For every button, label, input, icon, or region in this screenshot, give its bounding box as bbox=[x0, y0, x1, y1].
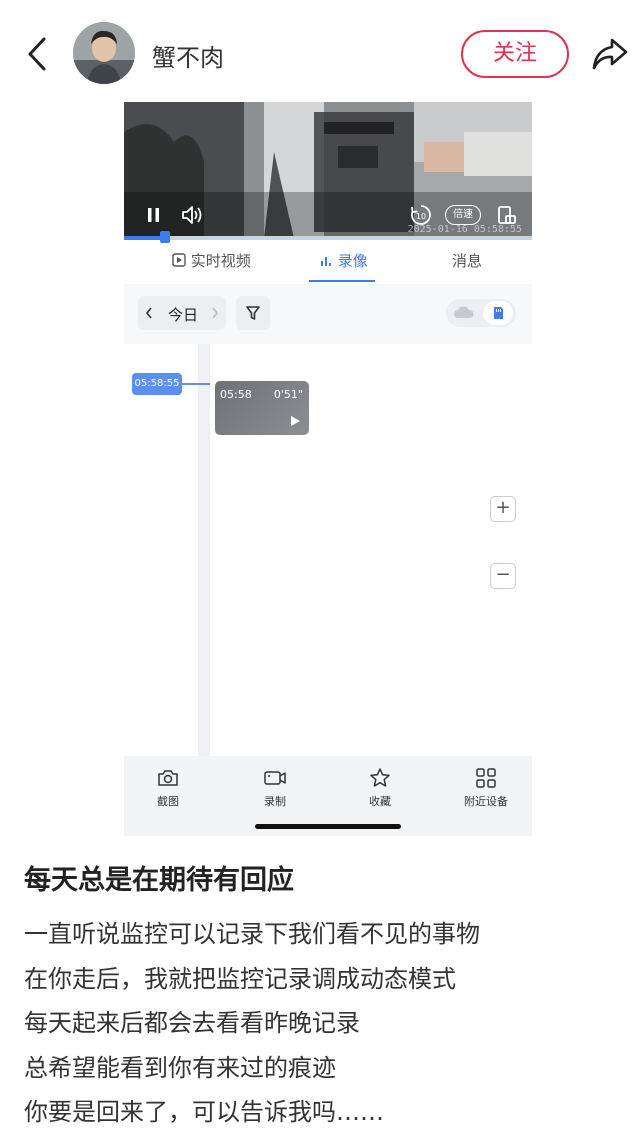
post-line: 总希望能看到你有来过的痕迹 bbox=[24, 1053, 336, 1082]
timeline[interactable]: 05:58:55 05:58 0'51" + − bbox=[124, 344, 532, 756]
play-icon bbox=[291, 416, 300, 426]
tab-live[interactable]: 实时视频 bbox=[172, 250, 251, 271]
grid-icon bbox=[476, 768, 496, 788]
home-indicator bbox=[255, 824, 401, 829]
funnel-icon bbox=[246, 306, 260, 320]
tab-recordings[interactable]: 录像 bbox=[319, 250, 368, 271]
nearby-devices-button[interactable]: 附近设备 bbox=[451, 766, 521, 809]
post-line: 每天起来后都会去看看昨晚记录 bbox=[24, 1009, 360, 1037]
tab-messages[interactable]: 消息 bbox=[452, 250, 482, 271]
sd-card-option[interactable] bbox=[483, 301, 513, 325]
current-time-marker: 05:58:55 bbox=[132, 373, 182, 395]
recording-clip[interactable]: 05:58 0'51" bbox=[215, 381, 309, 435]
share-icon[interactable] bbox=[590, 34, 630, 74]
pause-icon[interactable] bbox=[146, 202, 162, 228]
speed-button[interactable]: 倍速 bbox=[445, 205, 481, 225]
sd-card-icon bbox=[494, 307, 503, 319]
timeline-axis bbox=[198, 344, 210, 756]
post-page: 蟹不肉 关注 10 倍速 2025-01-16 05:58:55 实时视频 录像… bbox=[0, 0, 640, 1136]
post-line: 一直听说监控可以记录下我们看不见的事物 bbox=[24, 920, 480, 948]
zoom-out-button[interactable]: − bbox=[490, 563, 516, 589]
username[interactable]: 蟹不肉 bbox=[152, 38, 224, 73]
video-timestamp: 2025-01-16 05:58:55 bbox=[407, 224, 522, 235]
record-label: 录制 bbox=[264, 795, 286, 808]
bars-icon bbox=[321, 257, 331, 266]
day-label: 今日 bbox=[168, 306, 199, 324]
camera-icon bbox=[158, 770, 178, 786]
active-tab-indicator bbox=[309, 280, 375, 282]
play-square-icon bbox=[172, 253, 186, 267]
svg-text:10: 10 bbox=[416, 212, 426, 221]
post-line: 你要是回来了，可以告诉我吗…… bbox=[24, 1098, 384, 1126]
prev-day-icon[interactable] bbox=[144, 296, 154, 330]
post-title: 每天总是在期待有回应 bbox=[24, 865, 294, 896]
screenshot-button[interactable]: 截图 bbox=[133, 766, 203, 809]
tab-recordings-label: 录像 bbox=[337, 252, 368, 270]
current-time-line bbox=[182, 383, 210, 385]
clip-duration: 0'51" bbox=[273, 388, 303, 401]
post-line: 在你走后，我就把监控记录调成动态模式 bbox=[24, 964, 456, 993]
zoom-in-button[interactable]: + bbox=[490, 496, 516, 522]
tab-bar: 实时视频 录像 消息 bbox=[124, 242, 532, 284]
playback-progress[interactable] bbox=[124, 231, 532, 243]
back-icon[interactable] bbox=[22, 34, 52, 74]
next-day-icon[interactable] bbox=[210, 296, 220, 330]
video-player[interactable]: 10 倍速 2025-01-16 05:58:55 bbox=[124, 102, 532, 238]
clip-start-time: 05:58 bbox=[220, 388, 252, 401]
nearby-devices-label: 附近设备 bbox=[464, 795, 508, 808]
filter-bar: 今日 bbox=[124, 284, 532, 344]
storage-toggle[interactable] bbox=[446, 299, 516, 327]
video-record-icon bbox=[264, 771, 286, 785]
bottom-toolbar: 截图 录制 收藏 附近设备 bbox=[124, 756, 532, 836]
tab-messages-label: 消息 bbox=[452, 252, 483, 270]
cloud-icon[interactable] bbox=[449, 299, 479, 327]
volume-icon[interactable] bbox=[180, 202, 204, 228]
filter-button[interactable] bbox=[236, 296, 270, 330]
favorite-button[interactable]: 收藏 bbox=[345, 766, 415, 809]
tab-live-label: 实时视频 bbox=[190, 252, 251, 270]
follow-button[interactable]: 关注 bbox=[461, 30, 569, 78]
day-picker[interactable]: 今日 bbox=[138, 296, 226, 330]
progress-fill bbox=[124, 236, 165, 240]
embedded-app-screenshot: 10 倍速 2025-01-16 05:58:55 实时视频 录像 消息 今日 … bbox=[124, 102, 532, 836]
post-body: 一直听说监控可以记录下我们看不见的事物 在你走后，我就把监控记录调成动态模式 每… bbox=[24, 912, 624, 1135]
screenshot-label: 截图 bbox=[157, 795, 179, 808]
record-button[interactable]: 录制 bbox=[240, 766, 310, 809]
avatar[interactable] bbox=[73, 22, 135, 84]
favorite-label: 收藏 bbox=[369, 795, 391, 808]
star-icon bbox=[370, 768, 390, 787]
post-header: 蟹不肉 关注 bbox=[0, 0, 640, 104]
